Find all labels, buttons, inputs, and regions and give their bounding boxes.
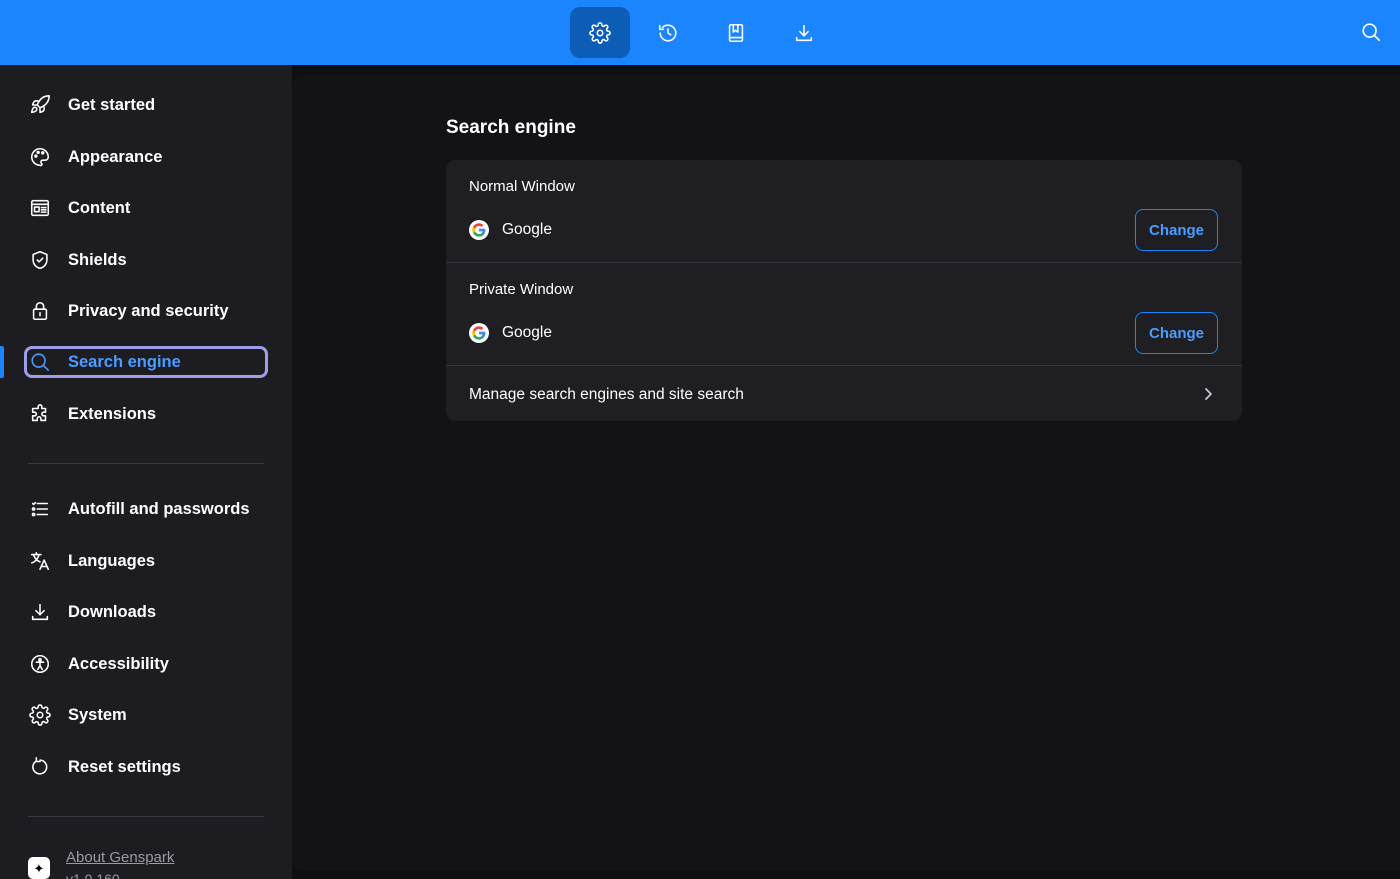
sidebar-item-label: Reset settings (68, 757, 181, 776)
google-icon (469, 220, 489, 240)
bookmarks-tab-button[interactable] (706, 7, 766, 58)
sidebar-item-label: Shields (68, 250, 127, 269)
downloads-icon (795, 24, 813, 41)
sidebar-item-label: Autofill and passwords (68, 499, 250, 518)
rocket-icon (26, 91, 54, 119)
sidebar-item-shields[interactable]: Shields (24, 244, 268, 276)
active-indicator (0, 346, 4, 378)
sidebar-item-search-engine[interactable]: Search engine (24, 346, 268, 378)
sidebar-item-label: Privacy and security (68, 301, 229, 320)
history-icon (658, 23, 677, 42)
sidebar-item-content[interactable]: Content (24, 192, 268, 224)
list-icon (26, 495, 54, 523)
genspark-logo: ✦ (28, 857, 50, 879)
manage-search-engines-link[interactable]: Manage search engines and site search (469, 386, 744, 404)
sidebar-item-autofill[interactable]: Autofill and passwords (24, 493, 268, 525)
version-text: v1.0.160 (66, 871, 120, 879)
sidebar-item-label: Search engine (68, 352, 181, 371)
card-divider (446, 365, 1242, 366)
history-tab-button[interactable] (638, 7, 698, 58)
sidebar-item-label: Languages (68, 551, 156, 570)
reset-icon (26, 753, 54, 781)
sidebar-item-label: Appearance (68, 147, 163, 166)
sidebar-item-label: Downloads (68, 602, 157, 621)
sidebar-item-label: Accessibility (68, 654, 169, 673)
sidebar-item-label: Extensions (68, 404, 157, 423)
translate-icon (26, 547, 54, 575)
sidebar-item-get-started[interactable]: Get started (24, 89, 268, 121)
search-engine-card: Normal Window Google Change Private Wind… (446, 160, 1242, 421)
page-title: Search engine (446, 117, 576, 138)
google-icon (469, 323, 489, 343)
private-window-label: Private Window (469, 281, 574, 298)
normal-window-change-button[interactable]: Change (1135, 209, 1218, 251)
about-link[interactable]: About Genspark (66, 849, 174, 866)
content-icon (26, 194, 54, 222)
downloads-tab-button[interactable] (774, 7, 834, 58)
lock-icon (26, 297, 54, 325)
sidebar-item-label: Content (68, 198, 131, 217)
card-divider (446, 262, 1242, 263)
private-window-engine: Google (469, 323, 552, 343)
sidebar-item-label: System (68, 705, 127, 724)
settings-sidebar: Get started Appearance Content Shields P… (0, 65, 292, 879)
normal-window-engine: Google (469, 220, 552, 240)
bookmarks-icon (728, 23, 744, 42)
sidebar-item-accessibility[interactable]: Accessibility (24, 648, 268, 680)
sidebar-item-languages[interactable]: Languages (24, 545, 268, 577)
sidebar-divider (28, 463, 264, 464)
download-icon (26, 598, 54, 626)
shield-icon (26, 246, 54, 274)
sidebar-item-privacy[interactable]: Privacy and security (24, 295, 268, 327)
search-icon (1362, 23, 1381, 42)
top-toolbar (0, 0, 1400, 65)
settings-tab-button[interactable] (570, 7, 630, 58)
private-window-change-button[interactable]: Change (1135, 312, 1218, 354)
sidebar-item-system[interactable]: System (24, 699, 268, 731)
sidebar-item-downloads[interactable]: Downloads (24, 596, 268, 628)
normal-window-label: Normal Window (469, 178, 575, 195)
palette-icon (26, 143, 54, 171)
gear-icon (26, 701, 54, 729)
sidebar-item-appearance[interactable]: Appearance (24, 141, 268, 173)
search-icon (26, 348, 54, 376)
sidebar-divider (28, 816, 264, 817)
engine-name: Google (502, 324, 552, 341)
sidebar-item-reset[interactable]: Reset settings (24, 751, 268, 783)
sidebar-item-label: Get started (68, 95, 156, 114)
toolbar-search-button[interactable] (1356, 17, 1386, 47)
settings-icon (589, 21, 611, 44)
engine-name: Google (502, 221, 552, 238)
sidebar-item-extensions[interactable]: Extensions (24, 398, 268, 430)
accessibility-icon (26, 650, 54, 678)
puzzle-icon (26, 400, 54, 428)
chevron-right-icon[interactable] (1202, 386, 1214, 402)
